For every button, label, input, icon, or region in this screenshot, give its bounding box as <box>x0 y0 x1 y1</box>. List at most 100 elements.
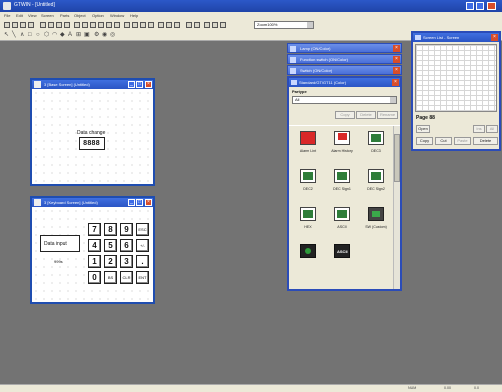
print-icon[interactable] <box>28 22 34 28</box>
partype-select[interactable]: All <box>292 96 397 104</box>
back-icon[interactable] <box>148 22 154 28</box>
save-icon[interactable] <box>20 22 26 28</box>
key-3[interactable]: 3 <box>120 255 133 268</box>
all-button[interactable]: All <box>486 125 498 133</box>
menu-window[interactable]: Window <box>110 13 124 18</box>
delete-button[interactable]: Delete <box>356 111 376 119</box>
key-9[interactable]: 9 <box>120 223 133 236</box>
key-dot[interactable]: . <box>136 255 149 268</box>
parts-scrollbar[interactable] <box>393 126 400 289</box>
scale-icon[interactable]: ⊞ <box>76 32 82 38</box>
close-icon[interactable]: × <box>491 34 498 41</box>
menu-view[interactable]: View <box>28 13 37 18</box>
switch-icon[interactable]: ◉ <box>102 32 108 38</box>
close-icon[interactable]: × <box>392 79 399 86</box>
key-sign[interactable]: +/- <box>136 239 149 252</box>
base-screen-canvas[interactable]: Data change 8888 <box>32 89 153 184</box>
close-icon[interactable]: × <box>393 56 400 63</box>
palette-switch[interactable]: Switch (ON/Color) × <box>287 65 402 75</box>
close-button[interactable]: × <box>145 81 152 88</box>
close-icon[interactable]: × <box>393 67 400 74</box>
menu-edit[interactable]: Edit <box>16 13 23 18</box>
data-change-display[interactable]: 8888 <box>79 137 105 150</box>
snap-icon[interactable] <box>166 22 172 28</box>
copy-button[interactable]: Copy <box>335 111 355 119</box>
grid-icon[interactable] <box>158 22 164 28</box>
copy-icon[interactable] <box>48 22 54 28</box>
ins-button[interactable]: Ins <box>473 125 485 133</box>
key-5[interactable]: 5 <box>104 239 117 252</box>
lamp-tool-icon[interactable]: ◎ <box>110 32 116 38</box>
maximize-button[interactable]: □ <box>136 81 143 88</box>
align-bottom-icon[interactable] <box>114 22 120 28</box>
minimize-button[interactable] <box>466 2 474 10</box>
minimize-button[interactable]: _ <box>128 199 135 206</box>
zoom-select[interactable]: Zoom100% <box>254 21 314 29</box>
menu-file[interactable]: File <box>4 13 10 18</box>
paste-icon[interactable] <box>56 22 62 28</box>
transfer-icon[interactable] <box>212 22 218 28</box>
align-left-icon[interactable] <box>74 22 80 28</box>
circle-icon[interactable]: ○ <box>36 32 42 38</box>
data-input-box[interactable]: Data input <box>40 235 80 252</box>
chevron-down-icon[interactable] <box>307 22 313 28</box>
zoom-out-icon[interactable] <box>194 22 200 28</box>
key-ent[interactable]: ENT <box>136 271 149 284</box>
key-1[interactable]: 1 <box>88 255 101 268</box>
menu-object[interactable]: Object <box>74 13 86 18</box>
menu-option[interactable]: Option <box>92 13 104 18</box>
rename-button[interactable]: Rename <box>377 111 398 119</box>
align-right-icon[interactable] <box>90 22 96 28</box>
maximize-button[interactable]: □ <box>136 199 143 206</box>
scroll-thumb[interactable] <box>394 134 400 182</box>
cut-button[interactable]: Cut <box>435 137 452 145</box>
close-button[interactable]: × <box>145 199 152 206</box>
arc-icon[interactable]: ◠ <box>52 32 58 38</box>
key-6[interactable]: 6 <box>120 239 133 252</box>
close-button[interactable] <box>487 2 496 10</box>
zoom-in-icon[interactable] <box>186 22 192 28</box>
line-icon[interactable]: ╲ <box>12 32 18 38</box>
minimize-button[interactable]: _ <box>128 81 135 88</box>
maximize-button[interactable] <box>476 2 484 10</box>
align-center-icon[interactable] <box>82 22 88 28</box>
library-icon[interactable] <box>220 22 226 28</box>
image-icon[interactable]: ▣ <box>84 32 90 38</box>
ungroup-icon[interactable] <box>132 22 138 28</box>
copy-button[interactable]: Copy <box>416 137 433 145</box>
polygon-icon[interactable]: ⬡ <box>44 32 50 38</box>
cut-icon[interactable] <box>40 22 46 28</box>
palette-lamp[interactable]: Lamp (ON/Color) × <box>287 43 402 53</box>
menu-help[interactable]: Help <box>130 13 138 18</box>
keyboard-screen-canvas[interactable]: Data input 999s 7 8 9 ESC 4 5 6 +/- 1 2 … <box>32 207 153 302</box>
new-icon[interactable] <box>4 22 10 28</box>
key-esc[interactable]: ESC <box>136 223 149 236</box>
parts-icon[interactable]: ⚙ <box>94 32 100 38</box>
pointer-icon[interactable]: ↖ <box>4 32 10 38</box>
palette-function-switch[interactable]: Function switch (ON/Color) × <box>287 54 402 64</box>
key-8[interactable]: 8 <box>104 223 117 236</box>
polyline-icon[interactable]: ∧ <box>20 32 26 38</box>
align-top-icon[interactable] <box>98 22 104 28</box>
menu-parts[interactable]: Parts <box>60 13 69 18</box>
screen-thumbnail-grid[interactable] <box>415 44 497 112</box>
front-icon[interactable] <box>140 22 146 28</box>
key-clr[interactable]: CLR <box>120 271 133 284</box>
chevron-down-icon[interactable] <box>390 97 396 103</box>
undo-icon[interactable] <box>64 22 70 28</box>
text-icon[interactable]: A <box>68 32 74 38</box>
key-bs[interactable]: BS <box>104 271 117 284</box>
group-icon[interactable] <box>124 22 130 28</box>
layer-icon[interactable] <box>174 22 180 28</box>
paint-icon[interactable]: ◆ <box>60 32 66 38</box>
open-icon[interactable] <box>12 22 18 28</box>
paste-button[interactable]: Paste <box>454 137 471 145</box>
close-icon[interactable]: × <box>393 45 400 52</box>
key-0[interactable]: 0 <box>88 271 101 284</box>
key-4[interactable]: 4 <box>88 239 101 252</box>
align-middle-icon[interactable] <box>106 22 112 28</box>
menu-screen[interactable]: Screen <box>41 13 54 18</box>
key-7[interactable]: 7 <box>88 223 101 236</box>
delete-button[interactable]: Delete <box>473 137 498 145</box>
preview-icon[interactable] <box>204 22 210 28</box>
